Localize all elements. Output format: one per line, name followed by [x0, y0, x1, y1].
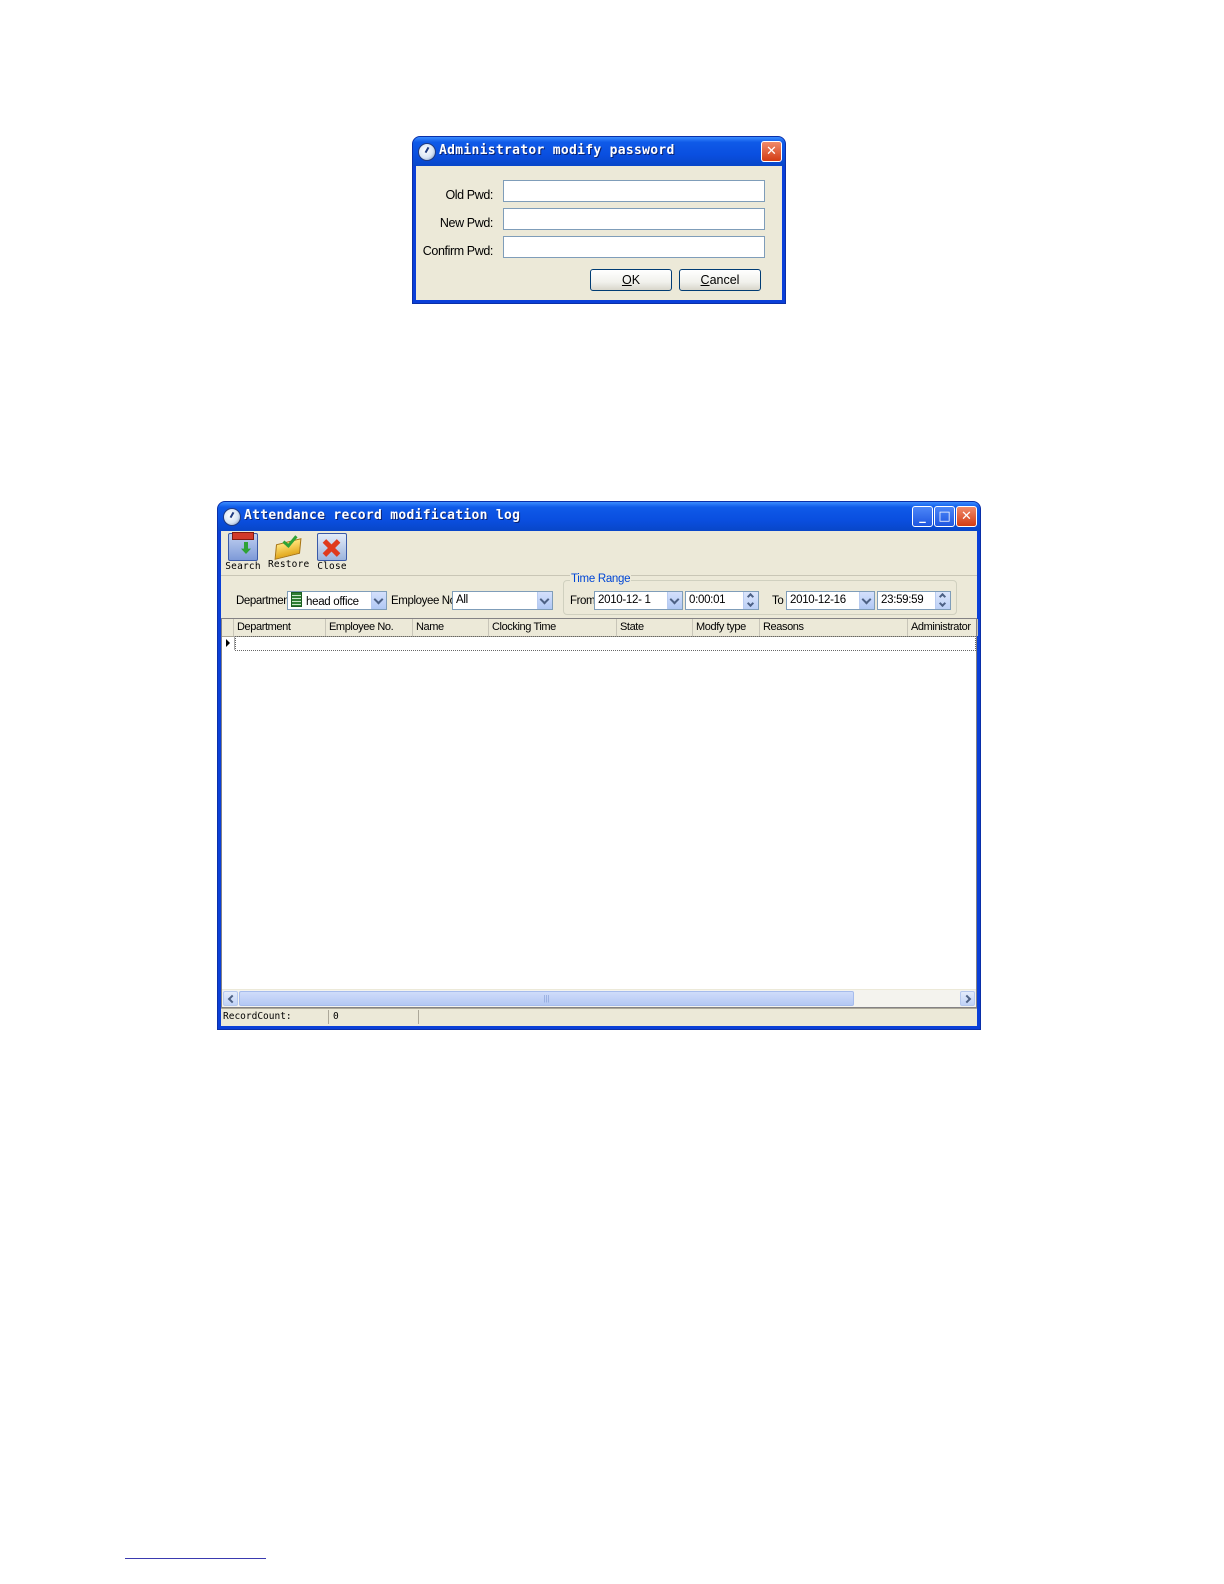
- column-header-reasons[interactable]: Reasons: [760, 619, 908, 636]
- employee-no-label: Employee No.: [391, 595, 459, 607]
- scroll-thumb[interactable]: [239, 991, 854, 1006]
- search-button[interactable]: Search: [223, 532, 263, 575]
- column-header-department[interactable]: Department: [234, 619, 326, 636]
- close-icon[interactable]: ✕: [956, 506, 977, 527]
- building-icon: [291, 592, 302, 607]
- from-label: From: [570, 595, 596, 607]
- restore-label: Restore: [268, 559, 310, 570]
- from-date-picker[interactable]: 2010-12- 1: [594, 591, 683, 610]
- app-clock-icon: [223, 508, 241, 526]
- department-value: head office: [306, 596, 359, 608]
- employee-no-value: All: [456, 594, 468, 606]
- from-time-value: 0:00:01: [689, 594, 726, 606]
- new-pwd-input[interactable]: [503, 208, 765, 230]
- new-pwd-label: New Pwd:: [439, 216, 493, 230]
- chevron-down-icon[interactable]: [537, 592, 552, 609]
- scroll-right-icon[interactable]: [960, 991, 975, 1006]
- column-header-modify-type[interactable]: Modfy type: [693, 619, 760, 636]
- ok-button[interactable]: OK: [590, 269, 672, 291]
- record-count-label: RecordCount:: [221, 1010, 329, 1024]
- restore-button[interactable]: Restore: [268, 533, 310, 575]
- table-header: Department Employee No. Name Clocking Ti…: [222, 619, 978, 637]
- status-bar: RecordCount: 0: [221, 1008, 977, 1026]
- column-header-state[interactable]: State: [617, 619, 693, 636]
- chevron-down-icon[interactable]: [371, 592, 386, 609]
- cancel-button[interactable]: Cancel: [679, 269, 761, 291]
- app-clock-icon: [418, 143, 436, 161]
- footnote-separator: [125, 1558, 266, 1559]
- department-select[interactable]: head office: [287, 591, 387, 610]
- close-button[interactable]: Close: [312, 533, 352, 575]
- time-range-legend: Time Range: [570, 573, 632, 585]
- log-table[interactable]: Department Employee No. Name Clocking Ti…: [221, 618, 978, 1008]
- to-date-picker[interactable]: 2010-12-16: [786, 591, 875, 610]
- spin-updown-icon[interactable]: [743, 592, 758, 609]
- column-header-administrator[interactable]: Administrator: [908, 619, 978, 636]
- to-time-value: 23:59:59: [881, 594, 924, 606]
- toolbar: Search Restore Close: [221, 531, 977, 576]
- dialog-body: Old Pwd: New Pwd: Confirm Pwd: OK Cancel: [416, 166, 782, 300]
- employee-no-select[interactable]: All: [452, 591, 553, 610]
- old-pwd-input[interactable]: [503, 180, 765, 202]
- to-time-spinner[interactable]: 23:59:59: [877, 591, 951, 610]
- search-icon: [228, 532, 258, 561]
- to-date-value: 2010-12-16: [790, 594, 846, 606]
- column-header-name[interactable]: Name: [413, 619, 489, 636]
- from-time-spinner[interactable]: 0:00:01: [685, 591, 759, 610]
- confirm-pwd-input[interactable]: [503, 236, 765, 258]
- current-row-indicator: [222, 636, 235, 650]
- window-title: Attendance record modification log: [244, 508, 521, 523]
- search-label: Search: [225, 561, 261, 572]
- maximize-icon[interactable]: □: [934, 506, 955, 527]
- confirm-pwd-label: Confirm Pwd:: [422, 244, 494, 258]
- chevron-down-icon[interactable]: [859, 592, 874, 609]
- window-body: Search Restore Close Department head off…: [221, 531, 978, 1026]
- restore-icon: [274, 533, 302, 559]
- from-date-value: 2010-12- 1: [598, 594, 651, 606]
- old-pwd-label: Old Pwd:: [445, 188, 493, 202]
- column-header-employee-no[interactable]: Employee No.: [326, 619, 413, 636]
- record-count-value: 0: [329, 1010, 419, 1024]
- department-label: Department: [236, 595, 293, 607]
- chevron-down-icon[interactable]: [667, 592, 682, 609]
- dialog-title-bar[interactable]: Administrator modify password ✕: [413, 137, 785, 166]
- window-title-bar[interactable]: Attendance record modification log _ □ ✕: [218, 502, 980, 531]
- dialog-title: Administrator modify password: [439, 143, 675, 158]
- table-row[interactable]: [235, 636, 976, 651]
- modification-log-window: Attendance record modification log _ □ ✕…: [218, 502, 980, 1029]
- close-icon[interactable]: ✕: [761, 141, 782, 162]
- scroll-left-icon[interactable]: [223, 991, 238, 1006]
- to-label: To: [772, 595, 784, 607]
- spin-updown-icon[interactable]: [935, 592, 950, 609]
- column-header-clocking-time[interactable]: Clocking Time: [489, 619, 617, 636]
- row-indicator-header: [222, 619, 234, 636]
- close-label: Close: [317, 561, 347, 572]
- modify-password-dialog: Administrator modify password ✕ Old Pwd:…: [413, 137, 785, 303]
- minimize-icon[interactable]: _: [912, 506, 933, 527]
- status-empty-panel: [419, 1010, 969, 1024]
- close-doc-icon: [317, 533, 347, 561]
- horizontal-scrollbar[interactable]: [222, 989, 976, 1007]
